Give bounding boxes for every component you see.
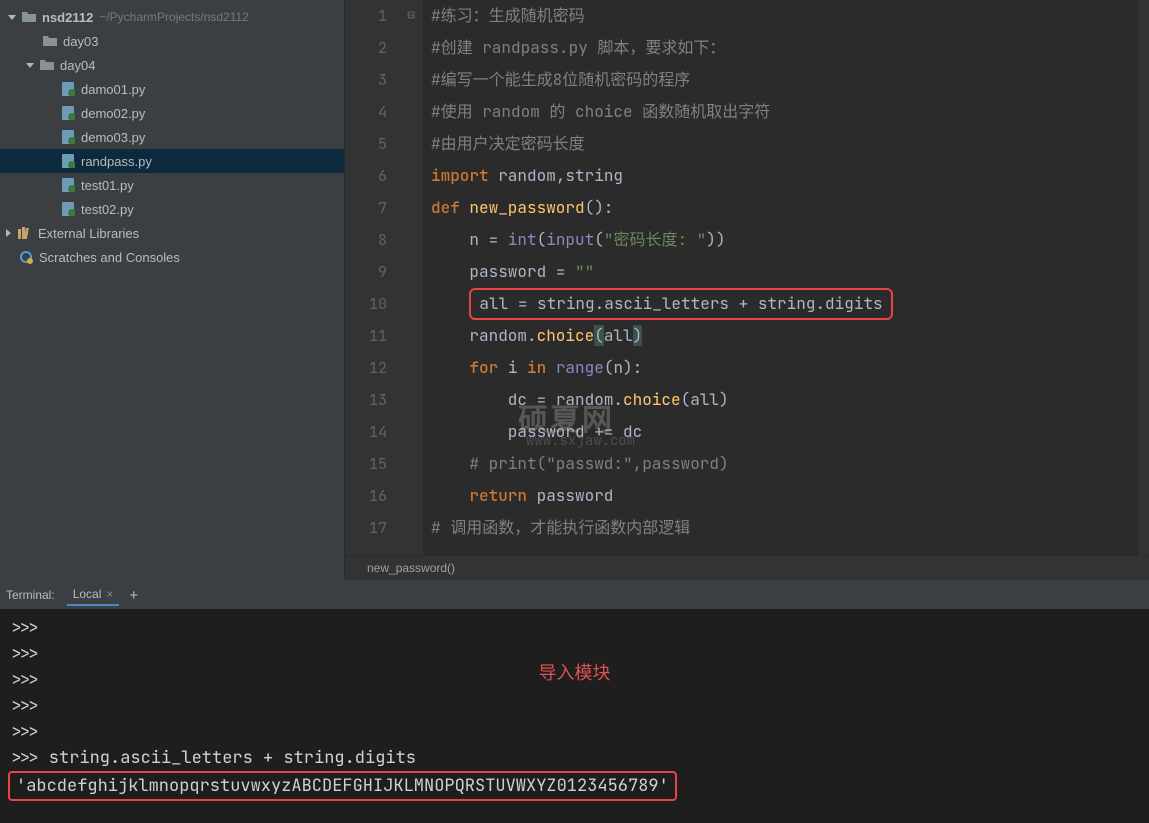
code-line-14[interactable]: password += dc	[431, 416, 1149, 448]
code-content[interactable]: 硕夏网 www.sxjaw.com #练习：生成随机密码#创建 randpass…	[423, 0, 1149, 555]
add-terminal-button[interactable]: +	[129, 587, 138, 604]
code-line-1[interactable]: #练习：生成随机密码	[431, 0, 1149, 32]
code-line-5[interactable]: #由用户决定密码长度	[431, 128, 1149, 160]
code-line-2[interactable]: #创建 randpass.py 脚本，要求如下：	[431, 32, 1149, 64]
chevron-right-icon[interactable]	[4, 228, 14, 238]
terminal-line: >>>	[8, 693, 1141, 719]
code-line-12[interactable]: for i in range(n):	[431, 352, 1149, 384]
python-file-icon	[60, 153, 76, 169]
tree-item-day04[interactable]: day04	[0, 53, 344, 77]
terminal-output[interactable]: 导入模块 >>>>>>>>>>>>>>>>>> string.ascii_let…	[0, 609, 1149, 823]
line-gutter[interactable]: 1234567891011121314151617	[345, 0, 405, 555]
folder-icon	[39, 57, 55, 73]
tree-item-damo01-py[interactable]: damo01.py	[0, 77, 344, 101]
code-editor[interactable]: 1234567891011121314151617 ⊟⊟⊟⊟⊟⊟ 硕夏网 www…	[345, 0, 1149, 580]
code-line-9[interactable]: password = ""	[431, 256, 1149, 288]
code-line-7[interactable]: def new_password():	[431, 192, 1149, 224]
fold-gutter[interactable]: ⊟⊟⊟⊟⊟⊟	[405, 0, 423, 555]
code-line-8[interactable]: n = int(input("密码长度: "))	[431, 224, 1149, 256]
tree-item-demo02-py[interactable]: demo02.py	[0, 101, 344, 125]
project-name: nsd2112	[42, 10, 93, 25]
tree-item-randpass-py[interactable]: randpass.py	[0, 149, 344, 173]
library-icon	[17, 225, 33, 241]
folder-icon	[42, 33, 58, 49]
terminal-line: >>>	[8, 615, 1141, 641]
external-libraries[interactable]: External Libraries	[0, 221, 344, 245]
terminal-result: 'abcdefghijklmnopqrstuvwxyzABCDEFGHIJKLM…	[8, 771, 1141, 797]
code-line-4[interactable]: #使用 random 的 choice 函数随机取出字符	[431, 96, 1149, 128]
terminal-title: Terminal:	[6, 588, 55, 602]
annotation-label: 导入模块	[539, 659, 611, 685]
code-line-16[interactable]: return password	[431, 480, 1149, 512]
code-line-6[interactable]: import random,string	[431, 160, 1149, 192]
terminal-line: >>> string.ascii_letters + string.digits	[8, 745, 1141, 771]
code-line-17[interactable]: # 调用函数，才能执行函数内部逻辑	[431, 512, 1149, 544]
vertical-scrollbar[interactable]	[1138, 0, 1149, 555]
tree-item-day03[interactable]: day03	[0, 29, 344, 53]
code-line-11[interactable]: random.choice(all)	[431, 320, 1149, 352]
python-file-icon	[60, 129, 76, 145]
scratch-icon	[18, 249, 34, 265]
tree-item-demo03-py[interactable]: demo03.py	[0, 125, 344, 149]
folder-icon	[21, 9, 37, 25]
python-file-icon	[60, 201, 76, 217]
python-file-icon	[60, 105, 76, 121]
terminal-tabs: Terminal: Local × +	[0, 581, 1149, 609]
code-line-3[interactable]: #编写一个能生成8位随机密码的程序	[431, 64, 1149, 96]
code-line-15[interactable]: # print("passwd:",password)	[431, 448, 1149, 480]
project-tree[interactable]: nsd2112 ~/PycharmProjects/nsd2112 day03d…	[0, 0, 345, 580]
tree-item-test02-py[interactable]: test02.py	[0, 197, 344, 221]
scratches-consoles[interactable]: Scratches and Consoles	[0, 245, 344, 269]
chevron-down-icon[interactable]	[26, 60, 36, 70]
terminal-line: >>>	[8, 719, 1141, 745]
terminal-panel[interactable]: Terminal: Local × + 导入模块 >>>>>>>>>>>>>>>…	[0, 580, 1149, 823]
project-root[interactable]: nsd2112 ~/PycharmProjects/nsd2112	[0, 5, 344, 29]
project-path: ~/PycharmProjects/nsd2112	[99, 10, 249, 24]
python-file-icon	[60, 177, 76, 193]
close-icon[interactable]: ×	[106, 587, 113, 601]
tree-item-test01-py[interactable]: test01.py	[0, 173, 344, 197]
breadcrumb[interactable]: new_password()	[345, 555, 1149, 580]
chevron-down-icon[interactable]	[8, 12, 18, 22]
python-file-icon	[60, 81, 76, 97]
code-line-10[interactable]: all = string.ascii_letters + string.digi…	[431, 288, 1149, 320]
code-line-13[interactable]: dc = random.choice(all)	[431, 384, 1149, 416]
terminal-tab-local[interactable]: Local ×	[67, 584, 120, 606]
